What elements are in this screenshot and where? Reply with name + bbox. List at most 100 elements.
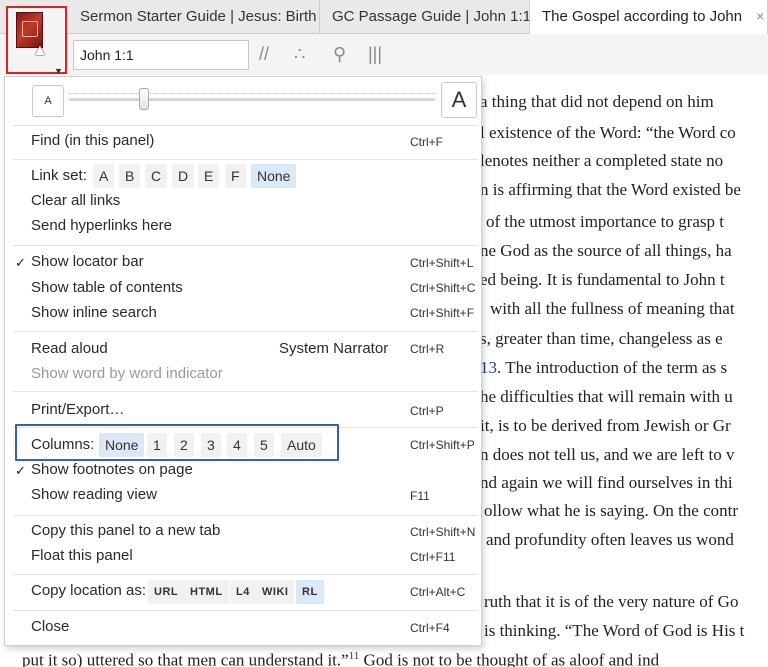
menu-separator [13, 331, 478, 332]
narrator-voice[interactable]: System Narrator [279, 340, 388, 357]
tab-label: GC Passage Guide | John 1:1 [332, 8, 530, 25]
copy-location-wiki[interactable]: WIKI [256, 580, 295, 604]
copy-panel-shortcut: Ctrl+Shift+N [410, 525, 476, 539]
find-menu-item[interactable]: Find (in this panel) [31, 132, 154, 149]
columns-2[interactable]: 2 [174, 433, 194, 457]
link-set-a[interactable]: A [93, 164, 115, 188]
toc-shortcut: Ctrl+Shift+C [410, 281, 476, 295]
close-menu-item[interactable]: Close [31, 618, 69, 635]
tab-label: The Gospel according to John [542, 8, 743, 25]
copy-location-l4[interactable]: L4 [230, 580, 256, 604]
link-set-c[interactable]: C [145, 164, 168, 188]
doc-line: and profundity often leaves us wond [486, 530, 734, 549]
menu-separator [13, 391, 478, 392]
copy-panel-menu-item[interactable]: Copy this panel to a new tab [31, 522, 220, 539]
float-panel-shortcut: Ctrl+F11 [410, 550, 456, 564]
tab-gospel-john[interactable]: The Gospel according to John × [530, 0, 768, 35]
doc-line: lenotes neither a completed state no [480, 151, 724, 170]
checkmark-icon: ✓ [15, 255, 26, 270]
visual-filters-icon[interactable]: ∴ [294, 44, 305, 65]
link-set-b[interactable]: B [119, 164, 141, 188]
doc-line: put it so) uttered so that men can under… [22, 650, 660, 667]
read-aloud-menu-item[interactable]: Read aloud [31, 340, 108, 357]
locator-shortcut: Ctrl+Shift+L [410, 256, 474, 270]
show-toc-menu-item[interactable]: Show table of contents [31, 279, 183, 296]
search-icon[interactable]: ⚲ [333, 44, 346, 65]
columns-5[interactable]: 5 [254, 433, 274, 457]
doc-line: it, is to be derived from Jewish or Gr [480, 416, 731, 435]
doc-line: of the utmost importance to grasp t [486, 212, 724, 231]
reading-view-shortcut: F11 [410, 489, 430, 503]
doc-line: with all the fullness of meaning that [490, 299, 735, 318]
doc-line: 13. The introduction of the term as s [480, 358, 728, 377]
doc-line: ed being. It is fundamental to John t [480, 270, 725, 289]
doc-line: s, greater than time, changeless as e [480, 329, 723, 348]
doc-line: is thinking. “The Word of God is His t [484, 621, 745, 640]
link-set-f[interactable]: F [225, 164, 246, 188]
clear-links-menu-item[interactable]: Clear all links [31, 192, 120, 209]
columns-label: Columns: [31, 436, 95, 453]
doc-line: n is affirming that the Word existed be [480, 180, 741, 199]
tab-passage-guide[interactable]: GC Passage Guide | John 1:1 [320, 0, 530, 34]
link-set-d[interactable]: D [172, 164, 195, 188]
panel-menu: A A Find (in this panel) Ctrl+F Link set… [4, 76, 482, 646]
book-icon[interactable]: ▲ ▼ [6, 6, 67, 76]
find-shortcut: Ctrl+F [410, 135, 443, 149]
close-shortcut: Ctrl+F4 [410, 621, 450, 635]
footnote-marker[interactable]: 11 [349, 650, 360, 662]
reference-input[interactable]: John 1:1 [73, 40, 249, 70]
font-size-slider[interactable] [69, 98, 435, 101]
checkmark-icon: ✓ [15, 463, 26, 478]
link-set-label: Link set: [31, 167, 87, 184]
tab-label: Sermon Starter Guide | Jesus: Birth [80, 8, 317, 25]
doc-line: l existence of the Word: “the Word co [480, 123, 736, 142]
send-hyperlinks-menu-item[interactable]: Send hyperlinks here [31, 217, 172, 234]
menu-separator [13, 574, 478, 575]
show-inline-search-menu-item[interactable]: Show inline search [31, 304, 157, 321]
copy-location-html[interactable]: HTML [184, 580, 229, 604]
menu-separator [13, 610, 478, 611]
increase-font-button[interactable]: A [441, 82, 477, 118]
link-set-none[interactable]: None [251, 164, 297, 188]
columns-3[interactable]: 3 [201, 433, 221, 457]
doc-line: a thing that did not depend on him [480, 92, 714, 111]
parallel-icon[interactable]: // [259, 44, 269, 65]
font-size-ticks [69, 93, 435, 94]
doc-line: ne God as the source of all things, ha [480, 241, 732, 260]
show-footnotes-menu-item[interactable]: Show footnotes on page [31, 461, 193, 478]
columns-1[interactable]: 1 [147, 433, 167, 457]
doc-line: ruth that it is of the very nature of Go [484, 592, 739, 611]
print-export-menu-item[interactable]: Print/Export… [31, 401, 124, 418]
doc-line: ollow what he is saying. On the contr [484, 501, 739, 520]
close-icon[interactable]: × [756, 8, 764, 24]
columns-shortcut: Ctrl+Shift+P [410, 438, 475, 452]
menu-separator [13, 159, 478, 160]
menu-separator [13, 245, 478, 246]
word-indicator-menu-item: Show word by word indicator [31, 365, 223, 382]
float-panel-menu-item[interactable]: Float this panel [31, 547, 133, 564]
menu-separator [13, 515, 478, 516]
doc-line: he difficulties that will remain with u [480, 387, 733, 406]
read-aloud-shortcut: Ctrl+R [410, 342, 445, 356]
copy-location-rl[interactable]: RL [296, 580, 324, 604]
print-shortcut: Ctrl+P [410, 404, 444, 418]
tab-strip: Sermon Starter Guide | Jesus: Birth GC P… [0, 0, 768, 35]
columns-none[interactable]: None [99, 433, 145, 457]
columns-icon[interactable]: ||| [368, 44, 382, 65]
show-locator-bar-menu-item[interactable]: Show locator bar [31, 253, 144, 270]
show-reading-view-menu-item[interactable]: Show reading view [31, 486, 157, 503]
copy-location-shortcut: Ctrl+Alt+C [410, 585, 466, 599]
footnote-link[interactable]: 13 [480, 358, 497, 377]
link-set-e[interactable]: E [198, 164, 220, 188]
font-size-slider-thumb[interactable] [139, 88, 149, 110]
copy-location-label: Copy location as: [31, 582, 147, 599]
columns-4[interactable]: 4 [227, 433, 247, 457]
menu-separator [13, 125, 478, 126]
tab-sermon-starter-guide[interactable]: Sermon Starter Guide | Jesus: Birth [68, 0, 320, 34]
columns-auto[interactable]: Auto [281, 433, 322, 457]
doc-line: nd again we will find ourselves in thi [480, 473, 733, 492]
doc-line: n does not tell us, and we are left to v [480, 445, 735, 464]
chevron-down-icon: ▼ [54, 66, 63, 76]
copy-location-url[interactable]: URL [148, 580, 185, 604]
decrease-font-button[interactable]: A [32, 85, 64, 117]
